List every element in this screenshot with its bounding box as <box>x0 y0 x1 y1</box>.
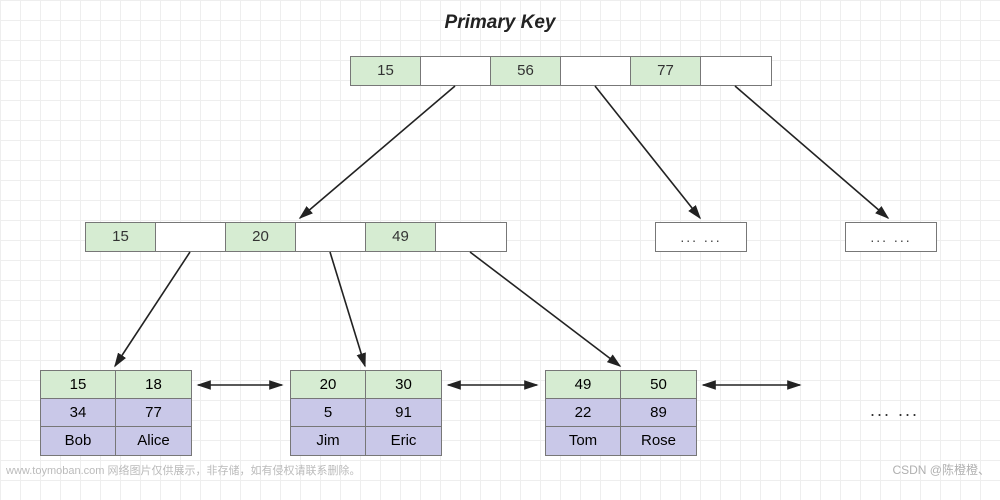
leaf1-key-1: 30 <box>366 371 441 399</box>
leaf2-name-0: Tom <box>546 427 621 455</box>
leaf2-val-0: 22 <box>546 399 621 427</box>
arrow-mid-leaf2 <box>470 252 620 366</box>
arrow-root-child2 <box>735 86 888 218</box>
mid-key-1: 20 <box>226 223 296 251</box>
watermark-left: www.toymoban.com 网络图片仅供展示，非存储，如有侵权请联系删除。 <box>6 462 360 478</box>
leaf1-name-0: Jim <box>291 427 366 455</box>
leaf1-name-1: Eric <box>366 427 441 455</box>
mid-ptr-0 <box>156 223 226 251</box>
mid-ptr-2 <box>436 223 506 251</box>
internal-node-ellipsis-2: ... ... <box>845 222 937 252</box>
arrow-root-child1 <box>595 86 700 218</box>
root-ptr-2 <box>701 57 771 85</box>
watermark-right: CSDN @陈橙橙、 <box>892 461 990 478</box>
root-key-0: 15 <box>351 57 421 85</box>
leaf-node-1: 20 30 5 91 Jim Eric <box>290 370 442 456</box>
leaf0-val-0: 34 <box>41 399 116 427</box>
leaf0-val-1: 77 <box>116 399 191 427</box>
leaf1-val-1: 91 <box>366 399 441 427</box>
leaf0-key-1: 18 <box>116 371 191 399</box>
root-ptr-1 <box>561 57 631 85</box>
root-key-2: 77 <box>631 57 701 85</box>
arrow-mid-leaf1 <box>330 252 365 366</box>
internal-node-0: 15 20 49 <box>85 222 507 252</box>
mid-key-2: 49 <box>366 223 436 251</box>
leaf-node-0: 15 18 34 77 Bob Alice <box>40 370 192 456</box>
ellipsis-box: ... ... <box>846 223 936 251</box>
mid-ptr-1 <box>296 223 366 251</box>
leaf2-name-1: Rose <box>621 427 696 455</box>
leaf2-key-1: 50 <box>621 371 696 399</box>
leaf1-key-0: 20 <box>291 371 366 399</box>
arrow-mid-leaf0 <box>115 252 190 366</box>
leaf0-name-0: Bob <box>41 427 116 455</box>
root-node: 15 56 77 <box>350 56 772 86</box>
leaf-ellipsis: ... ... <box>870 400 919 421</box>
leaf0-key-0: 15 <box>41 371 116 399</box>
leaf1-val-0: 5 <box>291 399 366 427</box>
root-ptr-0 <box>421 57 491 85</box>
mid-key-0: 15 <box>86 223 156 251</box>
leaf0-name-1: Alice <box>116 427 191 455</box>
internal-node-ellipsis-1: ... ... <box>655 222 747 252</box>
root-key-1: 56 <box>491 57 561 85</box>
leaf-node-2: 49 50 22 89 Tom Rose <box>545 370 697 456</box>
diagram-title: Primary Key <box>0 12 1000 34</box>
leaf2-val-1: 89 <box>621 399 696 427</box>
leaf2-key-0: 49 <box>546 371 621 399</box>
arrow-root-child0 <box>300 86 455 218</box>
ellipsis-box: ... ... <box>656 223 746 251</box>
